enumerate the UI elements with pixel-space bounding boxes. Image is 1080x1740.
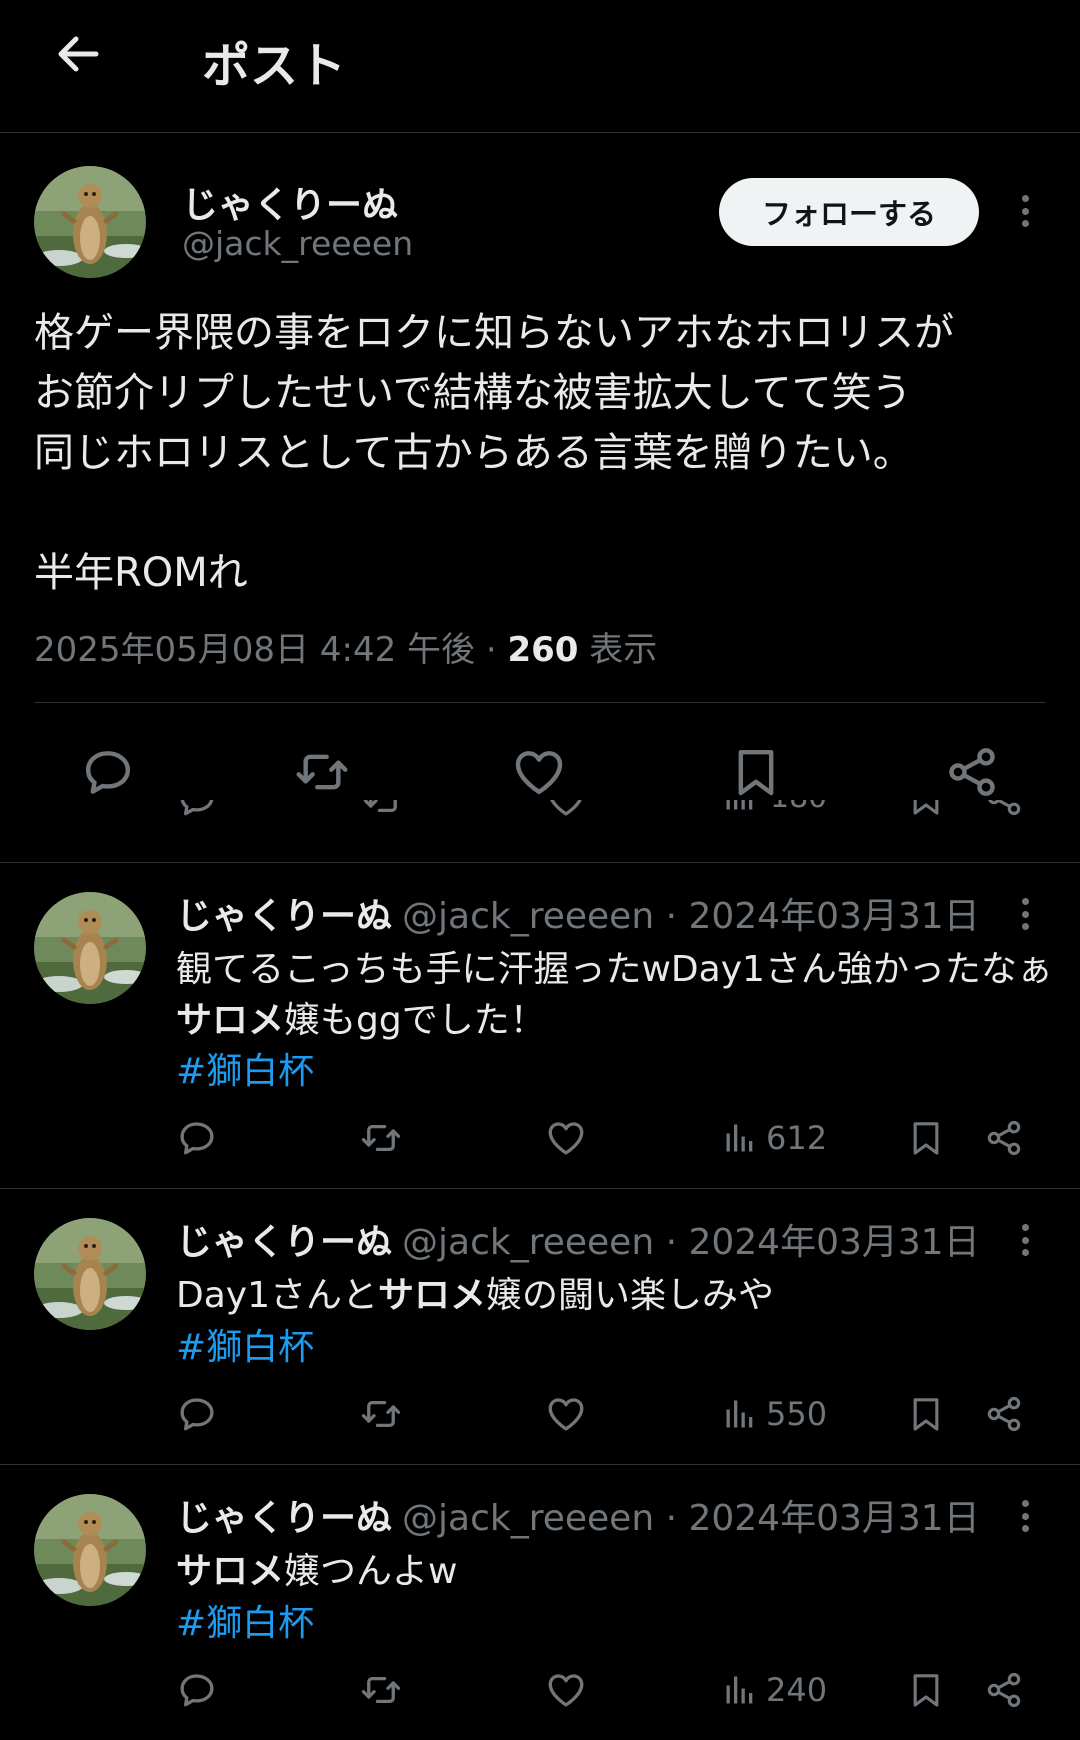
bold-name: サロメ bbox=[176, 1000, 285, 1041]
hashtag-link[interactable]: #獅白杯 bbox=[176, 1318, 314, 1370]
like-icon[interactable] bbox=[511, 744, 567, 800]
view-count: 240 bbox=[766, 1671, 828, 1709]
view-count: 550 bbox=[766, 1395, 828, 1433]
like-icon bbox=[545, 800, 587, 820]
reply-text: 嬢の闘い楽しみや bbox=[486, 1275, 775, 1316]
hashtag-link[interactable]: #獅白杯 bbox=[176, 1594, 314, 1646]
post-text-line: お節介リプしたせいで結構な被害拡大してて笑う bbox=[34, 370, 912, 416]
divider bbox=[0, 862, 1080, 863]
author-avatar[interactable] bbox=[34, 166, 146, 278]
bookmark-icon[interactable] bbox=[906, 1394, 946, 1434]
share-icon[interactable] bbox=[984, 1394, 1024, 1434]
author-handle[interactable]: @jack_reeeen bbox=[182, 224, 413, 263]
reply-text-line: 観てるこっちも手に汗握ったwDay1さん強かったなぁ bbox=[176, 949, 1053, 990]
reply-text-line: Day1さんとサロメ嬢の闘い楽しみや bbox=[176, 1266, 774, 1318]
hashtag-link[interactable]: #獅白杯 bbox=[176, 1042, 314, 1094]
like-icon[interactable] bbox=[545, 1117, 587, 1159]
reply-text-line: サロメ嬢もggでした！ bbox=[176, 991, 546, 1043]
post-text-line: 半年ROMれ bbox=[34, 550, 248, 596]
repost-icon[interactable] bbox=[360, 1669, 402, 1711]
like-icon[interactable] bbox=[545, 1393, 587, 1435]
views-icon[interactable] bbox=[722, 1396, 758, 1432]
reply-author-name[interactable]: じゃくりーぬ bbox=[176, 1498, 392, 1539]
reply-date[interactable]: · 2024年03月31日 bbox=[654, 1222, 980, 1263]
reply-text: 嬢つんよw bbox=[284, 1551, 458, 1592]
repost-icon[interactable] bbox=[294, 744, 350, 800]
divider bbox=[34, 702, 1046, 703]
reply-icon[interactable] bbox=[176, 1393, 218, 1435]
reply-header: じゃくりーぬ @jack_reeeen · 2024年03月31日 bbox=[176, 1213, 980, 1265]
reply-avatar[interactable] bbox=[34, 892, 146, 1004]
reply-avatar[interactable] bbox=[34, 1494, 146, 1606]
more-options-icon[interactable] bbox=[1013, 1218, 1037, 1262]
share-icon[interactable] bbox=[944, 744, 1000, 800]
reply-icon[interactable] bbox=[176, 1669, 218, 1711]
bookmark-icon[interactable] bbox=[906, 1670, 946, 1710]
like-icon[interactable] bbox=[545, 1669, 587, 1711]
post-text: 格ゲー界隈の事をロクに知らないアホなホロリスが お節介リプしたせいで結構な被害拡… bbox=[34, 303, 1054, 603]
repost-icon bbox=[362, 800, 404, 820]
more-options-icon[interactable] bbox=[1013, 1494, 1037, 1538]
partial-action-bar: 180 bbox=[0, 800, 1080, 830]
post-text-line: 格ゲー界隈の事をロクに知らないアホなホロリスが bbox=[34, 310, 954, 356]
views-icon bbox=[722, 800, 758, 814]
bold-name: サロメ bbox=[176, 1551, 285, 1592]
follow-button[interactable]: フォローする bbox=[719, 178, 979, 246]
reply-avatar[interactable] bbox=[34, 1218, 146, 1330]
meta-separator: · bbox=[475, 630, 508, 670]
post-view-count: 260 bbox=[507, 630, 579, 670]
share-icon[interactable] bbox=[984, 1670, 1024, 1710]
reply-icon bbox=[176, 800, 218, 820]
divider bbox=[0, 1188, 1080, 1189]
post-date[interactable]: 2025年05月08日 4:42 午後 bbox=[34, 630, 475, 670]
share-icon[interactable] bbox=[984, 1118, 1024, 1158]
reply-header: じゃくりーぬ @jack_reeeen · 2024年03月31日 bbox=[176, 887, 980, 939]
reply-icon[interactable] bbox=[80, 744, 136, 800]
reply-date[interactable]: · 2024年03月31日 bbox=[654, 1498, 980, 1539]
author-name[interactable]: じゃくりーぬ bbox=[182, 176, 398, 228]
reply-text: Day1さんと bbox=[176, 1275, 378, 1316]
partial-view-count: 180 bbox=[770, 800, 827, 815]
post-view-label: 表示 bbox=[578, 630, 658, 670]
reply-author-handle[interactable]: @jack_reeeen bbox=[402, 1498, 654, 1539]
reply-header: じゃくりーぬ @jack_reeeen · 2024年03月31日 bbox=[176, 1489, 980, 1541]
reply-date[interactable]: · 2024年03月31日 bbox=[654, 896, 980, 937]
bookmark-icon[interactable] bbox=[906, 1118, 946, 1158]
reply-text-line: サロメ嬢つんよw bbox=[176, 1542, 457, 1594]
more-options-icon[interactable] bbox=[1013, 189, 1037, 233]
reply-icon[interactable] bbox=[176, 1117, 218, 1159]
reply-author-name[interactable]: じゃくりーぬ bbox=[176, 896, 392, 937]
view-count: 612 bbox=[766, 1119, 828, 1157]
reply-author-handle[interactable]: @jack_reeeen bbox=[402, 896, 654, 937]
more-options-icon[interactable] bbox=[1013, 892, 1037, 936]
bookmark-icon bbox=[906, 800, 946, 818]
reply-text: 嬢もggでした！ bbox=[284, 1000, 546, 1041]
reply-author-name[interactable]: じゃくりーぬ bbox=[176, 1222, 392, 1263]
reply-author-handle[interactable]: @jack_reeeen bbox=[402, 1222, 654, 1263]
bold-name: サロメ bbox=[378, 1275, 487, 1316]
back-arrow-icon[interactable] bbox=[52, 28, 104, 80]
share-icon bbox=[984, 800, 1024, 818]
top-bar: ポスト bbox=[0, 0, 1080, 133]
repost-icon[interactable] bbox=[360, 1117, 402, 1159]
views-icon[interactable] bbox=[722, 1120, 758, 1156]
bookmark-icon[interactable] bbox=[728, 744, 784, 800]
post-text-line: 同じホロリスとして古からある言葉を贈りたい。 bbox=[34, 430, 913, 476]
post-text-line bbox=[34, 483, 1054, 543]
views-icon[interactable] bbox=[722, 1672, 758, 1708]
divider bbox=[0, 1464, 1080, 1465]
repost-icon[interactable] bbox=[360, 1393, 402, 1435]
page-title: ポスト bbox=[202, 38, 347, 94]
post-meta: 2025年05月08日 4:42 午後 · 260 表示 bbox=[34, 622, 657, 671]
